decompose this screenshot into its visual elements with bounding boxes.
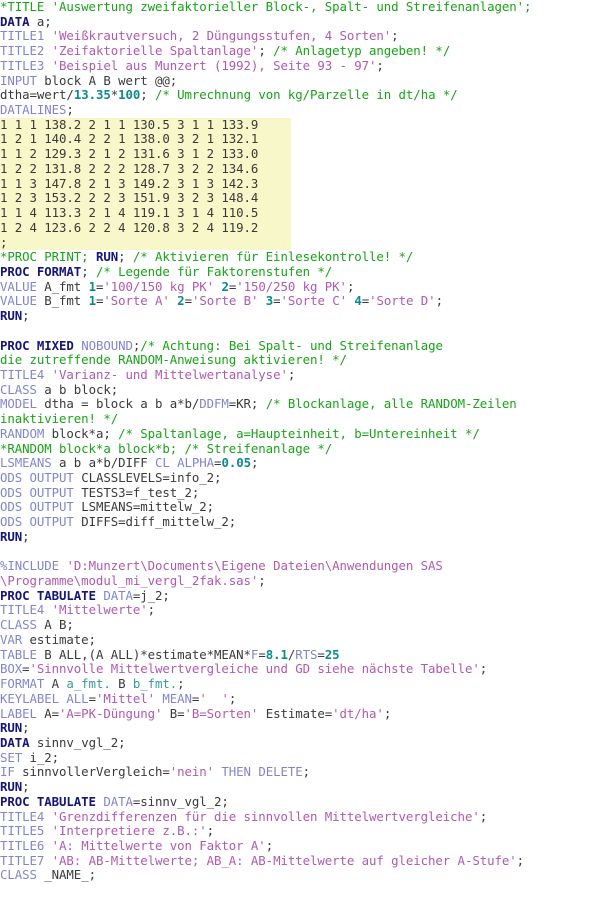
code-line[interactable]: TITLE2 'Zeifaktorielle Spaltanlage'; /* … [0,43,595,59]
code-line[interactable]: *RANDOM block*a block*b; /* Streifenanla… [0,441,595,457]
code-line[interactable]: 1 1 3 147.8 2 1 3 149.2 3 1 3 142.3 [0,176,291,192]
code-line[interactable]: ODS OUTPUT DIFFS=diff_mittelw_2; [0,514,595,530]
code-line[interactable]: RUN; [0,779,595,795]
code-line[interactable]: TITLE7 'AB: AB-Mittelwerte; AB_A: AB-Mit… [0,853,595,869]
code-line[interactable]: PROC TABULATE DATA=j_2; [0,588,595,604]
code-line[interactable]: IF sinnvollerVergleich='nein' THEN DELET… [0,765,595,780]
code-line[interactable]: SET i_2; [0,750,595,766]
code-line[interactable]: TITLE4 'Grenzdifferenzen für die sinnvol… [0,809,595,825]
code-line[interactable]: RANDOM block*a; /* Spaltanlage, a=Haupte… [0,426,595,442]
code-line[interactable]: *PROC PRINT; RUN; /* Aktivieren für Einl… [0,249,595,265]
code-line[interactable]: 1 2 1 140.4 2 2 1 138.0 3 2 1 132.1 [0,132,291,148]
code-line[interactable]: RUN; [0,720,595,736]
code-line[interactable]: 1 2 3 153.2 2 2 3 151.9 3 2 3 148.4 [0,190,291,207]
code-line[interactable]: KEYLABEL ALL='Mittel' MEAN=' '; [0,691,595,707]
code-line[interactable]: DATA a; [0,14,595,30]
code-line[interactable]: inaktivieren! */ [0,411,595,427]
code-line[interactable]: die zutreffende RANDOM-Anweisung aktivie… [0,352,595,368]
code-line[interactable]: ODS OUTPUT TESTS3=f_test_2; [0,485,595,501]
code-line[interactable]: DATALINES; [0,102,595,118]
code-line[interactable]: ; [0,235,291,251]
code-line[interactable] [0,545,595,560]
code-line[interactable]: DATA sinnv_vgl_2; [0,735,595,751]
code-line[interactable]: 1 2 4 123.6 2 2 4 120.8 3 2 4 119.2 [0,220,291,236]
code-line[interactable]: FORMAT A a_fmt. B b_fmt.; [0,676,595,692]
code-line[interactable]: TITLE4 'Mittelwerte'; [0,603,595,618]
code-line[interactable]: PROC TABULATE DATA=sinnv_vgl_2; [0,794,595,810]
code-line[interactable]: dtha=wert/13.35*100; /* Umrechnung von k… [0,87,595,103]
code-line[interactable]: 1 2 2 131.8 2 2 2 128.7 3 2 2 134.6 [0,161,291,177]
code-line[interactable] [0,324,595,339]
code-line[interactable]: LABEL A='A=PK-Düngung' B='B=Sorten' Esti… [0,706,595,722]
code-line[interactable]: MODEL dtha = block a b a*b/DDFM=KR; /* B… [0,397,595,412]
code-line[interactable]: 1 1 4 113.3 2 1 4 119.1 3 1 4 110.5 [0,205,291,221]
code-line[interactable]: \Programme\modul_mi_vergl_2fak.sas'; [0,573,595,589]
code-line[interactable]: 1 1 2 129.3 2 1 2 131.6 3 1 2 133.0 [0,146,291,162]
code-line[interactable]: VAR estimate; [0,632,595,648]
code-line[interactable]: ODS OUTPUT CLASSLEVELS=info_2; [0,470,595,486]
code-line[interactable]: %INCLUDE 'D:Munzert\Documents\Eigene Dat… [0,558,595,574]
code-line[interactable]: BOX='Sinnvolle Mittelwertvergleiche und … [0,661,595,677]
code-line[interactable]: TITLE1 'Weißkrautversuch, 2 Düngungsstuf… [0,29,595,44]
code-line[interactable]: RUN; [0,529,595,545]
code-line[interactable]: *TITLE 'Auswertung zweifaktorieller Bloc… [0,0,595,15]
code-line[interactable]: TITLE3 'Beispiel aus Munzert (1992), Sei… [0,58,595,74]
code-line[interactable]: CLASS A B; [0,617,595,633]
code-line[interactable]: LSMEANS a b a*b/DIFF CL ALPHA=0.05; [0,455,595,471]
code-line[interactable]: TITLE5 'Interpretiere z.B.:'; [0,823,595,839]
code-line[interactable]: INPUT block A B wert @@; [0,73,595,89]
code-line[interactable]: TITLE4 'Varianz- und Mittelwertanalyse'; [0,367,595,383]
code-line[interactable]: VALUE B_fmt 1='Sorte A' 2='Sorte B' 3='S… [0,294,595,309]
code-line[interactable]: PROC MIXED NOBOUND;/* Achtung: Bei Spalt… [0,338,595,354]
code-line[interactable]: 1 1 1 138.2 2 1 1 130.5 3 1 1 133.9 [0,117,291,133]
code-line[interactable]: ODS OUTPUT LSMEANS=mittelw_2; [0,500,595,515]
code-line[interactable]: CLASS a b block; [0,382,595,398]
sas-code-editor[interactable]: *TITLE 'Auswertung zweifaktorieller Bloc… [0,0,595,909]
code-line[interactable]: RUN; [0,308,595,324]
code-line[interactable]: TABLE B ALL,(A ALL)*estimate*MEAN*F=8.1/… [0,647,595,663]
code-line[interactable]: TITLE6 'A: Mittelwerte von Faktor A'; [0,838,595,854]
code-line[interactable]: CLASS _NAME_; [0,868,595,883]
code-line[interactable]: VALUE A_fmt 1='100/150 kg PK' 2='150/250… [0,279,595,295]
code-line[interactable]: PROC FORMAT; /* Legende für Faktorenstuf… [0,264,595,280]
